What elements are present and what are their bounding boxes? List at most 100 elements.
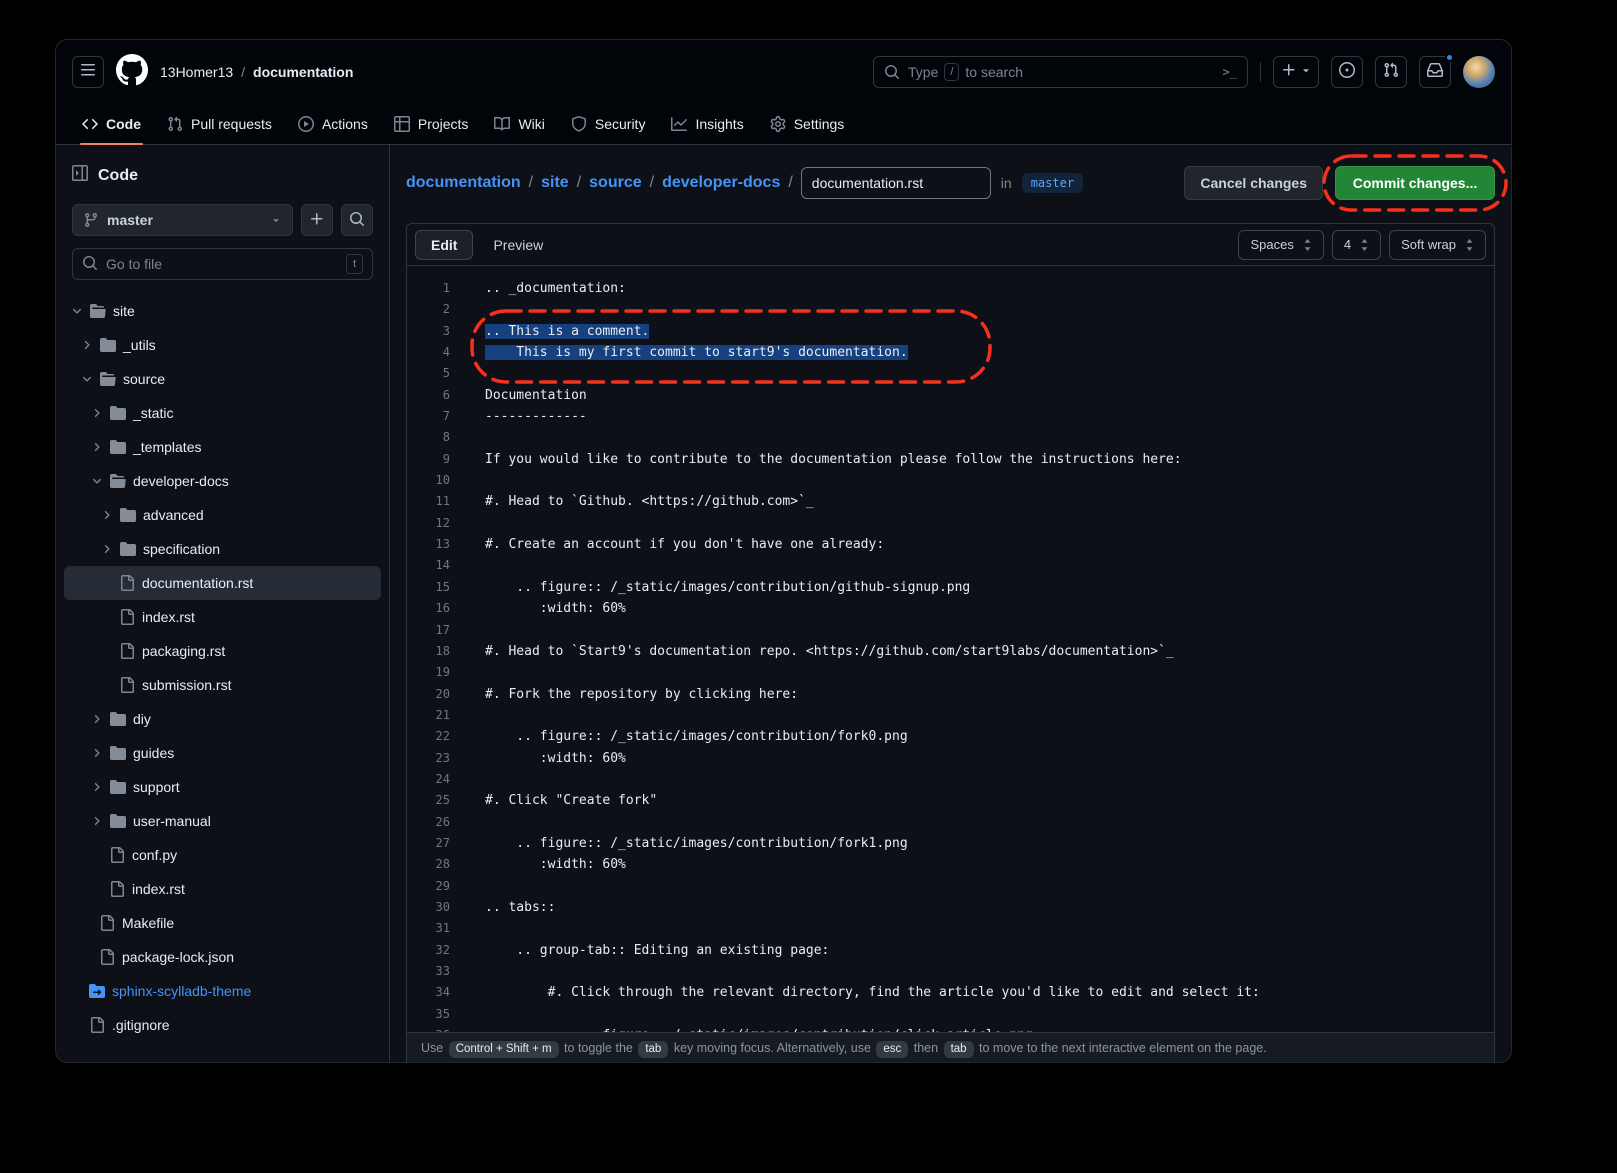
tree-item-index.rst[interactable]: index.rst [64,600,381,634]
code-line-22[interactable]: 22 .. figure:: /_static/images/contribut… [407,726,1494,747]
tab-actions[interactable]: Actions [288,104,378,144]
indent-size-select[interactable]: 4 [1332,230,1381,260]
tab-projects[interactable]: Projects [384,104,479,144]
code-line-7[interactable]: 7------------- [407,406,1494,427]
commit-button-wrap: Commit changes... [1335,166,1495,200]
tree-item-specification[interactable]: specification [64,532,381,566]
code-line-29[interactable]: 29 [407,876,1494,897]
code-line-12[interactable]: 12 [407,513,1494,534]
inbox-button[interactable] [1419,56,1451,88]
create-new-button[interactable] [1273,56,1319,88]
code-line-2[interactable]: 2 [407,299,1494,320]
tree-item-.gitignore[interactable]: .gitignore [64,1008,381,1042]
tree-item-packaging.rst[interactable]: packaging.rst [64,634,381,668]
code-line-1[interactable]: 1.. _documentation: [407,278,1494,299]
tree-item-_utils[interactable]: _utils [64,328,381,362]
tree-item-diy[interactable]: diy [64,702,381,736]
code-line-31[interactable]: 31 [407,918,1494,939]
tab-insights[interactable]: Insights [661,104,753,144]
code-line-16[interactable]: 16 :width: 60% [407,598,1494,619]
tree-item-_templates[interactable]: _templates [64,430,381,464]
tree-item-Makefile[interactable]: Makefile [64,906,381,940]
code-line-28[interactable]: 28 :width: 60% [407,854,1494,875]
tab-wiki[interactable]: Wiki [484,104,554,144]
code-line-21[interactable]: 21 [407,705,1494,726]
code-line-3[interactable]: 3.. This is a comment. [407,321,1494,342]
code-line-14[interactable]: 14 [407,555,1494,576]
tree-item-source[interactable]: source [64,362,381,396]
command-palette-icon[interactable]: >_ [1223,65,1237,79]
global-search-input[interactable]: Type / to search >_ [873,56,1248,88]
search-this-repo-button[interactable] [341,204,373,236]
issues-button[interactable] [1331,56,1363,88]
code-line-24[interactable]: 24 [407,769,1494,790]
code-line-15[interactable]: 15 .. figure:: /_static/images/contribut… [407,577,1494,598]
wrap-mode-select[interactable]: Soft wrap [1389,230,1486,260]
path-link-developer-docs[interactable]: developer-docs [662,174,780,192]
code-line-4[interactable]: 4 This is my first commit to start9's do… [407,342,1494,363]
code-line-30[interactable]: 30.. tabs:: [407,897,1494,918]
tree-item-site[interactable]: site [64,294,381,328]
code-line-23[interactable]: 23 :width: 60% [407,748,1494,769]
tree-item-conf.py[interactable]: conf.py [64,838,381,872]
tab-edit[interactable]: Edit [415,230,473,260]
tab-security[interactable]: Security [561,104,656,144]
code-line-20[interactable]: 20#. Fork the repository by clicking her… [407,684,1494,705]
new-file-button[interactable] [301,204,333,236]
path-link-source[interactable]: source [589,174,641,192]
code-line-8[interactable]: 8 [407,427,1494,448]
code-line-25[interactable]: 25#. Click "Create fork" [407,790,1494,811]
code-line-35[interactable]: 35 [407,1004,1494,1025]
code-line-27[interactable]: 27 .. figure:: /_static/images/contribut… [407,833,1494,854]
code-area[interactable]: 1.. _documentation:23.. This is a commen… [407,266,1494,1063]
code-line-6[interactable]: 6Documentation [407,385,1494,406]
tree-item-user-manual[interactable]: user-manual [64,804,381,838]
tree-item-support[interactable]: support [64,770,381,804]
code-line-18[interactable]: 18#. Head to `Start9's documentation rep… [407,641,1494,662]
code-line-34[interactable]: 34 #. Click through the relevant directo… [407,982,1494,1003]
path-link-documentation[interactable]: documentation [406,174,521,192]
tree-item-advanced[interactable]: advanced [64,498,381,532]
collapse-sidebar-button[interactable] [72,165,88,186]
tab-settings[interactable]: Settings [760,104,855,144]
tab-pull-requests[interactable]: Pull requests [157,104,282,144]
code-line-11[interactable]: 11#. Head to `Github. <https://github.co… [407,491,1494,512]
hamburger-menu-button[interactable] [72,56,104,88]
cancel-changes-button[interactable]: Cancel changes [1184,166,1323,200]
github-logo[interactable] [116,56,148,88]
file-breadcrumb: documentation/site/source/developer-docs… [406,174,793,192]
tree-item-guides[interactable]: guides [64,736,381,770]
path-link-site[interactable]: site [541,174,569,192]
indent-mode-select[interactable]: Spaces [1238,230,1323,260]
code-line-32[interactable]: 32 .. group-tab:: Editing an existing pa… [407,940,1494,961]
code-line-19[interactable]: 19 [407,662,1494,683]
tab-preview[interactable]: Preview [477,230,559,260]
tree-item-sphinx-scylladb-theme[interactable]: sphinx-scylladb-theme [64,974,381,1008]
code-line-33[interactable]: 33 [407,961,1494,982]
filename-input[interactable] [801,167,991,199]
code-line-17[interactable]: 17 [407,620,1494,641]
code-line-5[interactable]: 5 [407,363,1494,384]
tree-item-developer-docs[interactable]: developer-docs [64,464,381,498]
commit-changes-button[interactable]: Commit changes... [1335,166,1495,200]
code-line-10[interactable]: 10 [407,470,1494,491]
tree-item-package-lock.json[interactable]: package-lock.json [64,940,381,974]
search-icon [349,211,365,230]
pull-requests-button[interactable] [1375,56,1407,88]
breadcrumb-owner-link[interactable]: 13Homer13 [160,64,233,80]
breadcrumb-repo-link[interactable]: documentation [253,64,353,80]
branch-selector[interactable]: master [72,204,293,236]
user-avatar[interactable] [1463,56,1495,88]
tree-item-documentation.rst[interactable]: documentation.rst [64,566,381,600]
tree-item-index.rst[interactable]: index.rst [64,872,381,906]
tree-item-label: .gitignore [112,1017,170,1033]
chevron-right-icon [101,509,113,521]
tree-item-_static[interactable]: _static [64,396,381,430]
tree-item-submission.rst[interactable]: submission.rst [64,668,381,702]
code-line-9[interactable]: 9If you would like to contribute to the … [407,449,1494,470]
sidebar-header: Code [64,165,381,186]
code-line-13[interactable]: 13#. Create an account if you don't have… [407,534,1494,555]
tab-code[interactable]: Code [72,104,151,144]
code-line-26[interactable]: 26 [407,812,1494,833]
go-to-file-input[interactable]: Go to file t [72,248,373,280]
